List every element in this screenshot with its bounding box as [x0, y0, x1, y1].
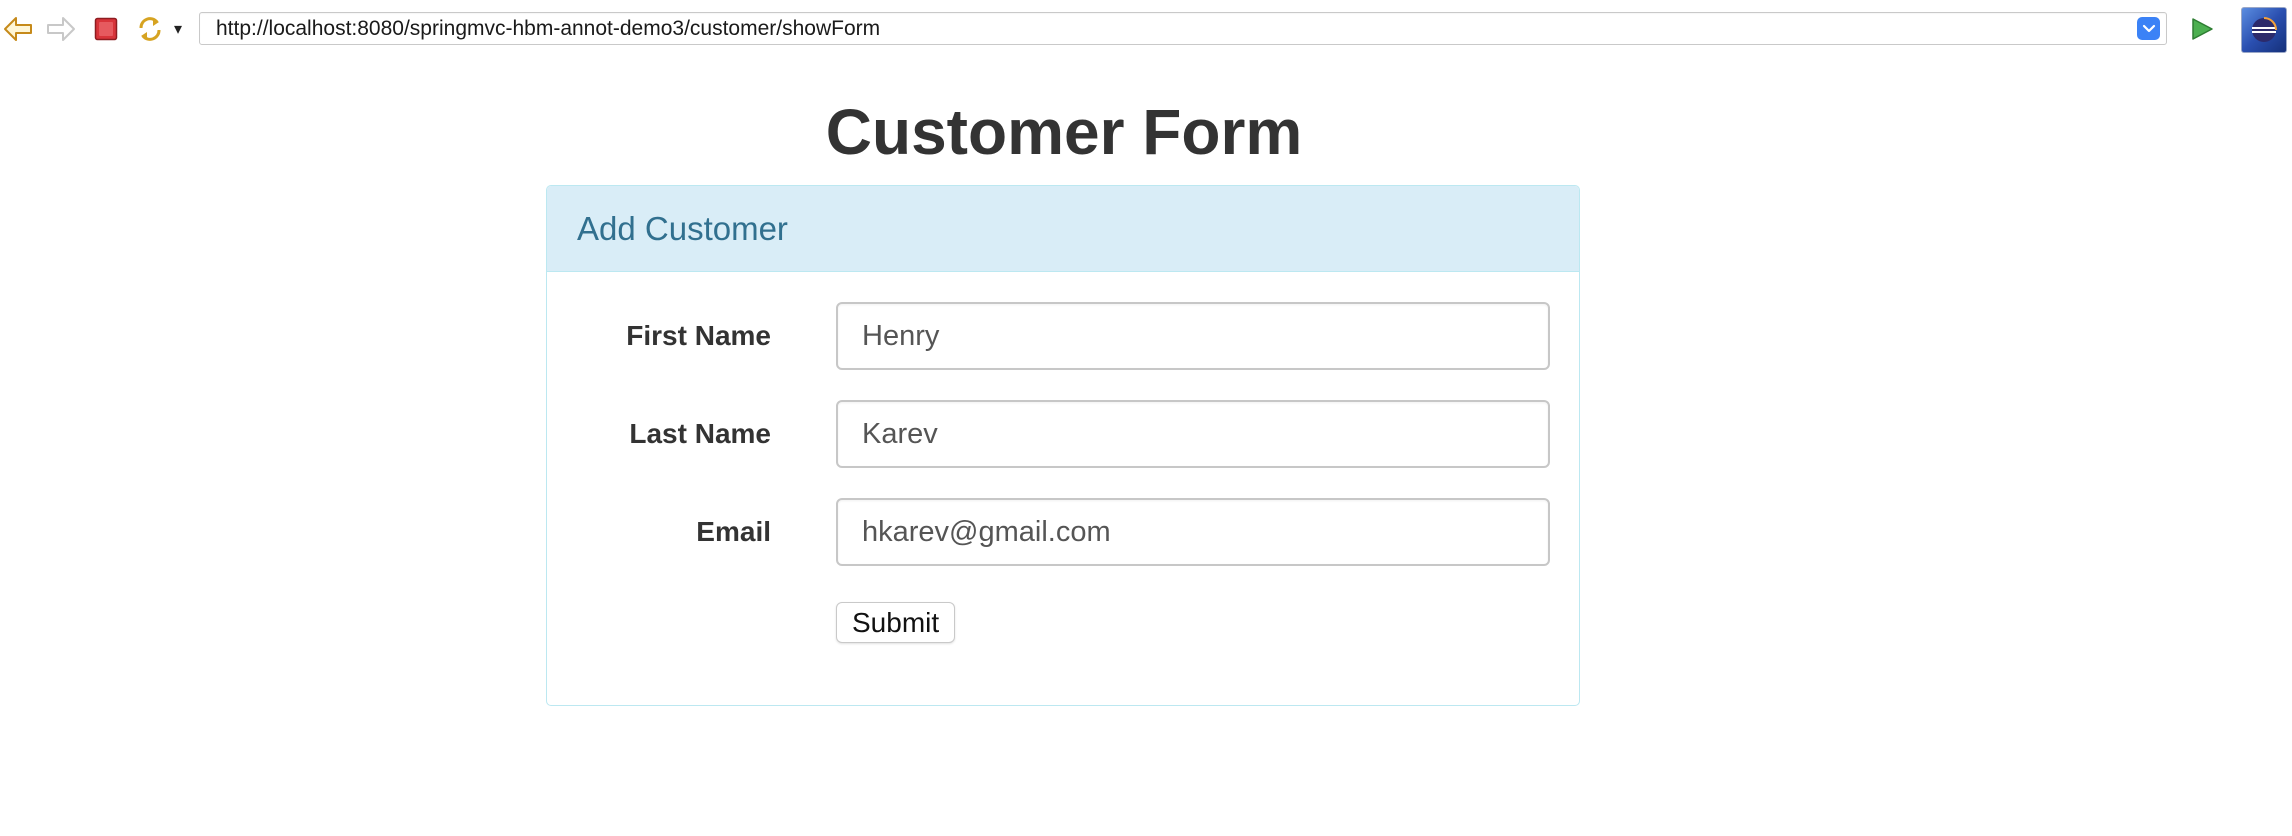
last-name-field[interactable] [836, 400, 1550, 468]
last-name-label: Last Name [629, 418, 771, 449]
stop-icon[interactable] [90, 13, 122, 45]
panel-heading: Add Customer [547, 186, 1579, 272]
browser-toolbar: ▾ http://localhost:8080/springmvc-hbm-an… [0, 0, 2292, 56]
email-row: Email [547, 498, 1579, 566]
first-name-field[interactable] [836, 302, 1550, 370]
eclipse-logo-icon[interactable] [2241, 7, 2287, 53]
first-name-label: First Name [626, 320, 771, 351]
play-icon[interactable] [2186, 13, 2218, 45]
refresh-icon[interactable] [134, 13, 166, 45]
page-title: Customer Form [825, 96, 1303, 168]
forward-arrow-icon[interactable] [45, 13, 77, 45]
customer-form-panel: Add Customer First Name Last Name Email … [546, 185, 1580, 706]
address-bar[interactable]: http://localhost:8080/springmvc-hbm-anno… [199, 12, 2167, 45]
refresh-menu-glyph: ▾ [173, 21, 183, 38]
last-name-row: Last Name [547, 400, 1579, 468]
chevron-down-icon[interactable]: ▾ [170, 13, 186, 45]
email-label: Email [696, 516, 771, 547]
first-name-row: First Name [547, 302, 1579, 370]
email-field[interactable] [836, 498, 1550, 566]
chevron-down-icon[interactable] [2137, 17, 2160, 40]
submit-button[interactable]: Submit [836, 602, 956, 643]
panel-title: Add Customer [577, 209, 788, 247]
address-url[interactable]: http://localhost:8080/springmvc-hbm-anno… [216, 13, 880, 44]
back-arrow-icon[interactable] [2, 13, 34, 45]
